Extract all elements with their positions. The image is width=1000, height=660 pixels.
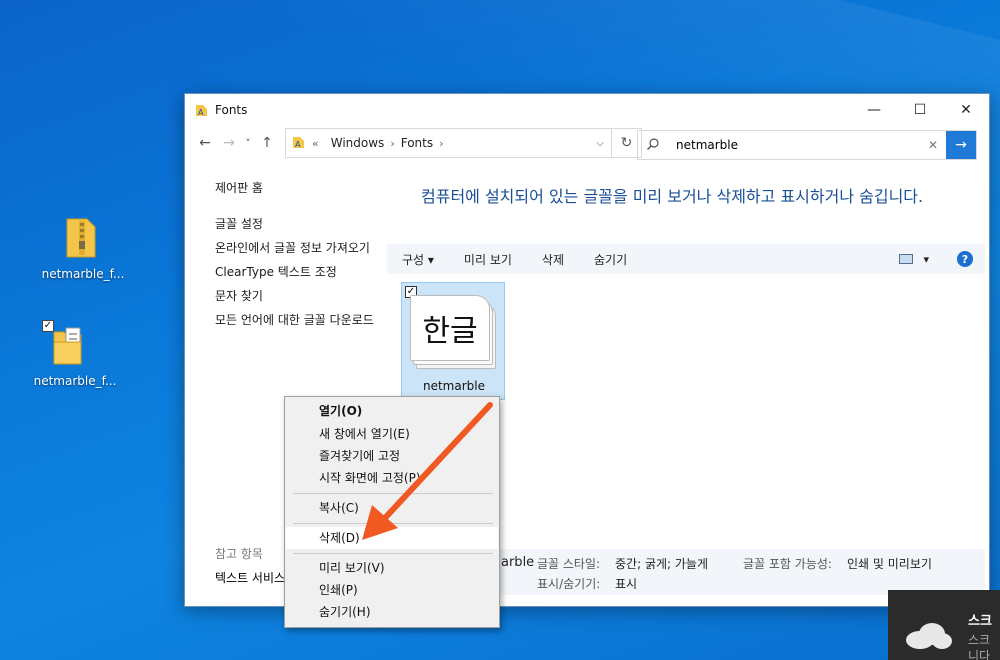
breadcrumb-overflow[interactable]: « xyxy=(312,137,319,150)
toast-line-2: 니다 xyxy=(968,649,991,660)
fonts-location-icon: A xyxy=(292,135,306,152)
fonts-folder-icon: A xyxy=(195,103,209,117)
menu-separator xyxy=(293,523,493,524)
organize-button[interactable]: 구성 ▾ xyxy=(387,251,449,268)
zip-folder-icon xyxy=(63,215,103,261)
svg-text:A: A xyxy=(198,108,204,117)
menu-item-pin-quick-access[interactable]: 즐겨찾기에 고정 xyxy=(286,445,498,467)
sidebar-item-character-map[interactable]: 문자 찾기 xyxy=(215,288,385,304)
menu-separator xyxy=(293,493,493,494)
desktop-icon-label: netmarble_f... xyxy=(41,267,125,281)
address-bar[interactable]: A « Windows › Fonts › ⌵ xyxy=(285,128,612,158)
svg-text:A: A xyxy=(295,140,301,149)
menu-item-open-new-window[interactable]: 새 창에서 열기(E) xyxy=(286,423,498,445)
details-visibility-label: 표시/숨기기: xyxy=(537,577,601,591)
onedrive-cloud-icon xyxy=(902,620,954,650)
page-heading: 컴퓨터에 설치되어 있는 글꼴을 미리 보거나 삭제하고 표시하거나 숨깁니다. xyxy=(421,187,924,206)
menu-separator xyxy=(293,553,493,554)
toast-line-1: 스크 xyxy=(968,633,991,647)
details-embed-label: 글꼴 포함 가능성: xyxy=(743,557,832,571)
view-options-icon[interactable] xyxy=(899,254,914,264)
menu-item-hide[interactable]: 숨기기(H) xyxy=(286,601,498,623)
close-button[interactable]: ✕ xyxy=(943,94,989,126)
menu-item-print[interactable]: 인쇄(P) xyxy=(286,579,498,601)
breadcrumb-chevron-icon[interactable]: › xyxy=(439,137,443,150)
details-embed-value: 인쇄 및 미리보기 xyxy=(847,557,932,571)
details-font-name: arble xyxy=(501,555,535,570)
breadcrumb-chevron-icon[interactable]: › xyxy=(390,137,394,150)
font-item-name: netmarble xyxy=(422,379,485,393)
hide-button[interactable]: 숨기기 xyxy=(579,251,642,268)
menu-item-pin-start[interactable]: 시작 화면에 고정(P) xyxy=(286,467,498,489)
window-title: Fonts xyxy=(215,103,248,117)
search-input[interactable]: netmarble xyxy=(668,138,920,152)
address-dropdown-icon[interactable]: ⌵ xyxy=(589,138,611,149)
sidebar-item-control-panel-home[interactable]: 제어판 홈 xyxy=(215,180,385,196)
clear-search-icon[interactable]: ✕ xyxy=(920,138,946,152)
title-bar[interactable]: A Fonts — ☐ ✕ xyxy=(185,94,989,126)
help-icon[interactable]: ? xyxy=(957,251,973,267)
preview-button[interactable]: 미리 보기 xyxy=(449,251,527,268)
menu-item-delete[interactable]: 삭제(D) xyxy=(286,527,498,549)
details-style-value: 중간; 굵게; 가늘게 xyxy=(615,557,708,571)
minimize-button[interactable]: — xyxy=(851,94,897,126)
up-button[interactable]: ↑ xyxy=(255,131,279,155)
font-item-netmarble[interactable]: ✓ 한글 netmarble xyxy=(401,282,505,400)
folder-icon: ✓ xyxy=(42,320,88,368)
sidebar-item-download-fonts[interactable]: 모든 언어에 대한 글꼴 다운로드 xyxy=(215,312,385,328)
see-also-text-services[interactable]: 텍스트 서비스 xyxy=(215,570,285,586)
delete-button[interactable]: 삭제 xyxy=(527,251,579,268)
menu-item-open[interactable]: 열기(O) xyxy=(286,400,498,422)
sidebar-item-cleartype[interactable]: ClearType 텍스트 조정 xyxy=(215,264,385,280)
command-bar: 구성 ▾ 미리 보기 삭제 숨기기 ▾ ? xyxy=(387,244,985,274)
see-also-section: 참고 항목 텍스트 서비스 xyxy=(215,546,285,586)
search-go-button[interactable]: → xyxy=(946,131,976,159)
view-dropdown-icon[interactable]: ▾ xyxy=(923,253,929,266)
desktop-icon-zip[interactable]: netmarble_f... xyxy=(38,215,128,281)
sidebar-item-get-font-info[interactable]: 온라인에서 글꼴 정보 가져오기 xyxy=(215,240,385,256)
details-visibility-value: 표시 xyxy=(615,577,638,591)
recent-locations-button[interactable]: ˅ xyxy=(241,131,255,155)
desktop-icon-label: netmarble_f... xyxy=(33,374,117,388)
toast-title: 스크 xyxy=(968,614,992,629)
search-icon xyxy=(638,137,668,154)
sidebar: 제어판 홈 글꼴 설정 온라인에서 글꼴 정보 가져오기 ClearType 텍… xyxy=(215,180,385,336)
menu-item-preview[interactable]: 미리 보기(V) xyxy=(286,557,498,579)
details-style-label: 글꼴 스타일: xyxy=(537,557,601,571)
context-menu: 열기(O) 새 창에서 열기(E) 즐겨찾기에 고정 시작 화면에 고정(P) … xyxy=(284,396,500,628)
breadcrumb-windows[interactable]: Windows xyxy=(331,136,385,150)
sidebar-item-font-settings[interactable]: 글꼴 설정 xyxy=(215,216,385,232)
details-pane: arble 글꼴 스타일: 중간; 굵게; 가늘게 글꼴 포함 가능성: 인쇄 … xyxy=(475,549,985,595)
maximize-button[interactable]: ☐ xyxy=(897,94,943,126)
search-box[interactable]: netmarble ✕ → xyxy=(637,130,977,160)
breadcrumb-fonts[interactable]: Fonts xyxy=(401,136,433,150)
desktop-icon-checkbox[interactable]: ✓ xyxy=(42,320,54,332)
notification-toast[interactable]: 스크 스크니다 xyxy=(888,590,1000,660)
font-sample-text: 한글 xyxy=(422,314,478,349)
forward-button[interactable]: → xyxy=(217,131,241,155)
menu-item-copy[interactable]: 복사(C) xyxy=(286,497,498,519)
desktop-icon-folder[interactable]: ✓ netmarble_f... xyxy=(28,320,118,388)
toast-text: 스크니다 xyxy=(968,632,990,660)
see-also-header: 참고 항목 xyxy=(215,547,263,561)
back-button[interactable]: ← xyxy=(193,131,217,155)
